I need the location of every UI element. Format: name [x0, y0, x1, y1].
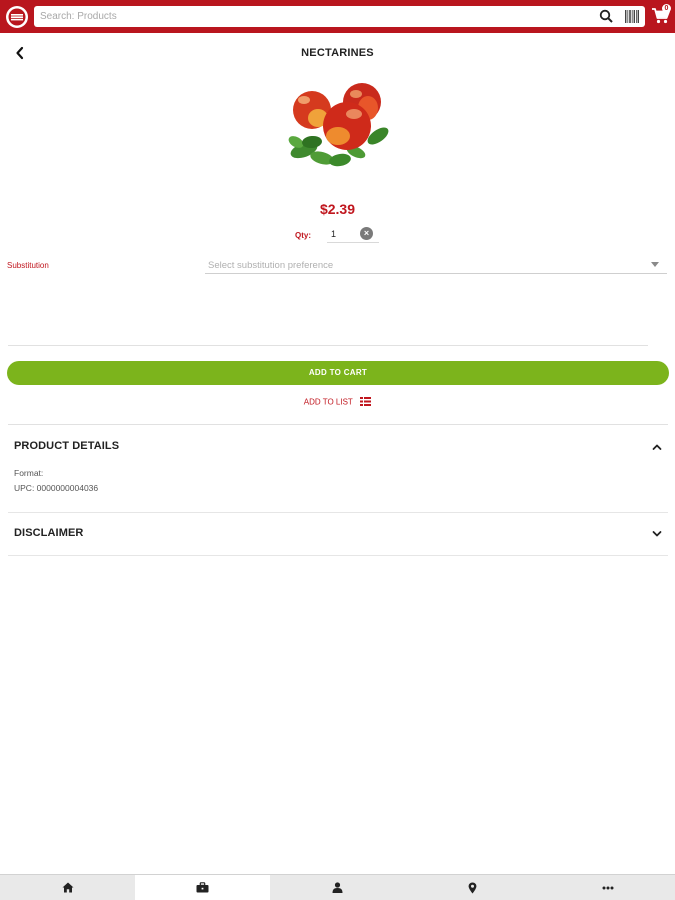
divider [8, 345, 648, 346]
nav-locations[interactable] [405, 875, 540, 900]
caret-down-icon [651, 262, 659, 267]
format-line: Format: [14, 468, 44, 478]
product-image [288, 83, 389, 167]
clear-qty-icon[interactable]: × [360, 227, 373, 240]
divider [8, 555, 668, 556]
chevron-down-icon[interactable] [652, 530, 662, 538]
nav-more[interactable] [540, 875, 675, 900]
page-title: NECTARINES [301, 47, 374, 59]
add-to-list-label: ADD TO LIST [303, 397, 353, 407]
add-to-cart-button[interactable]: ADD TO CART [7, 361, 669, 385]
disclaimer-header[interactable]: DISCLAIMER [14, 527, 83, 539]
store-logo[interactable] [6, 6, 28, 28]
nav-account[interactable] [270, 875, 405, 900]
divider [8, 424, 668, 425]
chevron-up-icon[interactable] [652, 443, 662, 451]
top-bar: 0 [0, 0, 675, 33]
product-price: $2.39 [319, 201, 356, 217]
user-icon [332, 882, 343, 893]
bottom-nav [0, 874, 675, 900]
product-details-header[interactable]: PRODUCT DETAILS [14, 440, 119, 452]
briefcase-icon [196, 882, 209, 893]
more-icon [602, 886, 613, 889]
search-bar [34, 6, 645, 27]
barcode-icon[interactable] [625, 10, 639, 23]
substitution-select[interactable]: Select substitution preference [205, 256, 667, 274]
home-icon [62, 882, 73, 893]
nav-shop[interactable] [135, 875, 270, 900]
substitution-label: Substitution [7, 261, 49, 270]
qty-label: Qty: [295, 231, 311, 240]
list-icon [360, 397, 372, 407]
map-pin-icon [468, 882, 477, 893]
substitution-select-value: Select substitution preference [208, 260, 334, 271]
cart-count-badge: 0 [662, 4, 671, 13]
store-logo-icon [8, 8, 26, 26]
add-to-list-link[interactable]: ADD TO LIST [0, 393, 675, 411]
nav-home[interactable] [0, 875, 135, 900]
upc-line: UPC: 0000000004036 [14, 483, 99, 493]
search-input[interactable] [40, 8, 580, 25]
divider [8, 512, 668, 513]
search-icon[interactable] [599, 9, 614, 24]
